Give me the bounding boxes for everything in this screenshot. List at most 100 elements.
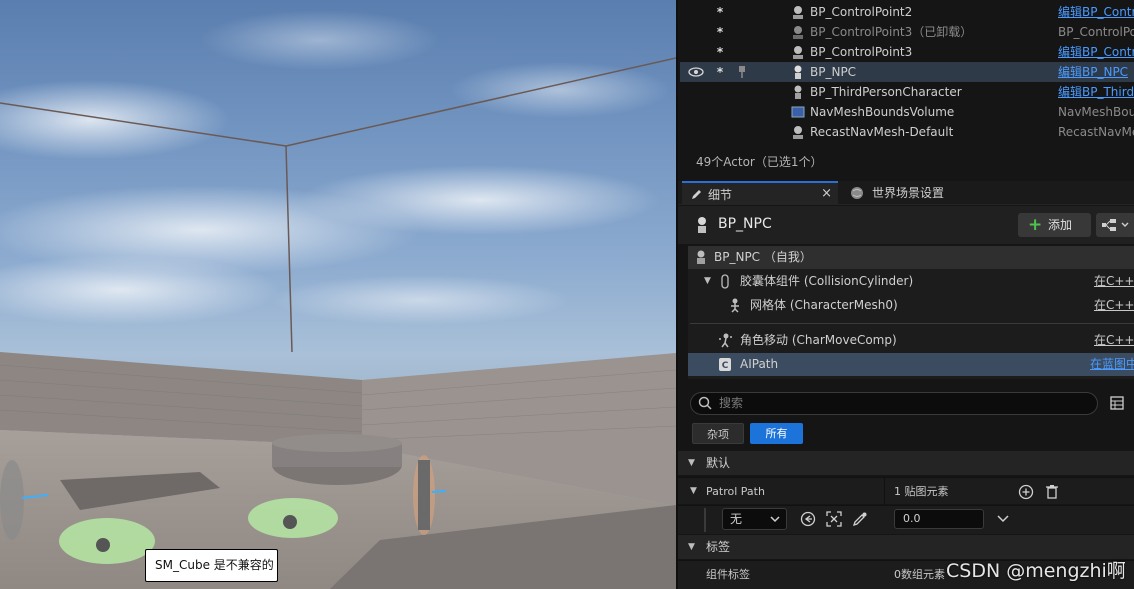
cpp-link[interactable]: 在C++中 xyxy=(1094,294,1134,317)
blueprint-options-button[interactable] xyxy=(1096,213,1134,237)
component-tags-label: 组件标签 xyxy=(706,568,750,581)
outliner-row[interactable]: * BP_ControlPoint2 编辑BP_Contr xyxy=(680,2,1134,22)
capsule-icon xyxy=(721,274,729,289)
component-label: 网格体 (CharacterMesh0) xyxy=(750,298,898,312)
actor-type: BP_ControlPoi xyxy=(1058,25,1134,39)
actor-name: RecastNavMesh-Default xyxy=(810,125,954,139)
collapse-arrow-icon: ▼ xyxy=(688,542,695,552)
collapse-arrow-icon: ▼ xyxy=(688,458,695,468)
outliner-row[interactable]: BP_ThirdPersonCharacter 编辑BP_Third xyxy=(680,82,1134,102)
component-label: BP_NPC （自我） xyxy=(714,250,812,264)
details-tab-bar: 细节 × 世界场景设置 xyxy=(678,181,1134,205)
blueprint-actor-icon xyxy=(793,6,803,19)
patrol-path-row: ▼ Patrol Path 1 贴图元素 xyxy=(678,477,1134,504)
character-movement-icon xyxy=(719,333,732,348)
plus-icon: + xyxy=(1028,215,1043,235)
blueprint-graph-icon xyxy=(1102,219,1129,231)
actor-type: RecastNavMe xyxy=(1058,125,1134,139)
outliner-row[interactable]: * BP_ControlPoint3 编辑BP_Contr xyxy=(680,42,1134,62)
chevron-down-icon[interactable] xyxy=(997,515,1009,523)
component-row[interactable]: ▼ 胶囊体组件 (CollisionCylinder) 在C++中 xyxy=(688,270,1134,293)
component-self-row[interactable]: BP_NPC （自我） xyxy=(688,246,1134,269)
search-icon xyxy=(698,396,712,410)
component-divider xyxy=(690,323,1134,324)
edit-blueprint-link[interactable]: 编辑BP_NPC xyxy=(1058,62,1134,82)
outliner-row[interactable]: * BP_ControlPoint3（已卸载） BP_ControlPoi xyxy=(680,22,1134,42)
eyedropper-icon[interactable] xyxy=(852,511,868,527)
skeletal-mesh-icon xyxy=(731,298,739,313)
outliner-row[interactable]: NavMeshBoundsVolume NavMeshBour xyxy=(680,102,1134,122)
modified-star: * xyxy=(716,45,724,59)
browse-icon[interactable] xyxy=(826,511,842,527)
cpp-link[interactable]: 在C++中 xyxy=(1094,329,1134,352)
collapse-arrow-icon[interactable]: ▼ xyxy=(704,270,711,293)
eye-icon[interactable] xyxy=(688,62,704,82)
trash-icon[interactable] xyxy=(1045,484,1059,500)
edit-blueprint-link[interactable]: 编辑BP_Contr xyxy=(1058,2,1134,22)
add-component-button[interactable]: + 添加 xyxy=(1018,213,1091,237)
component-row[interactable]: 网格体 (CharacterMesh0) 在C++中 xyxy=(688,294,1134,317)
tab-details-label: 细节 xyxy=(708,188,733,202)
pencil-icon xyxy=(692,190,701,199)
character-icon xyxy=(697,250,705,264)
actor-icon xyxy=(793,126,803,139)
modified-star: * xyxy=(716,5,724,19)
character-icon xyxy=(794,85,802,99)
component-row[interactable]: 角色移动 (CharMoveComp) 在C++中 xyxy=(688,329,1134,352)
blueprint-actor-icon xyxy=(793,26,803,39)
add-button-label: 添加 xyxy=(1048,218,1073,232)
indent-guide xyxy=(704,508,706,532)
details-header: BP_NPC + 添加 xyxy=(678,206,1134,244)
use-selected-icon[interactable] xyxy=(800,511,816,527)
incompatible-tooltip: SM_Cube 是不兼容的 xyxy=(145,549,278,582)
character-icon xyxy=(698,217,706,233)
close-icon[interactable]: × xyxy=(821,182,832,206)
outliner-row[interactable]: RecastNavMesh-Default RecastNavMe xyxy=(680,122,1134,142)
cpp-link[interactable]: 在C++中 xyxy=(1094,270,1134,293)
element-key-value: 无 xyxy=(730,512,743,526)
section-default[interactable]: ▼ 默认 xyxy=(678,451,1134,475)
search-placeholder: 搜索 xyxy=(719,396,744,410)
actor-name: BP_NPC xyxy=(810,65,857,79)
patrol-path-count: 1 贴图元素 xyxy=(894,485,949,498)
filter-misc-button[interactable]: 杂项 xyxy=(692,423,744,444)
editor-side-panel: * BP_ControlPoint2 编辑BP_Contr * BP_Contr… xyxy=(676,0,1134,589)
svg-text:C: C xyxy=(722,361,729,371)
section-tags-label: 标签 xyxy=(706,540,731,554)
component-label: 胶囊体组件 (CollisionCylinder) xyxy=(740,274,914,288)
actor-type: NavMeshBour xyxy=(1058,105,1134,119)
level-viewport[interactable]: SM_Cube 是不兼容的 xyxy=(0,0,676,589)
component-tree: BP_NPC （自我） ▼ 胶囊体组件 (CollisionCylinder) … xyxy=(688,246,1134,379)
nav-mesh-volume-icon xyxy=(791,106,805,118)
component-label: 角色移动 (CharMoveComp) xyxy=(740,333,897,347)
viewport-scene xyxy=(0,10,676,589)
actor-component-icon: C xyxy=(719,358,731,371)
chevron-down-icon xyxy=(770,516,780,523)
collapse-arrow-icon[interactable]: ▼ xyxy=(690,478,697,505)
details-search-input[interactable]: 搜索 xyxy=(690,392,1098,415)
outliner-row-selected[interactable]: * BP_NPC 编辑BP_NPC xyxy=(680,62,1134,82)
blueprint-actor-icon xyxy=(793,46,803,59)
property-matrix-icon[interactable] xyxy=(1110,396,1124,410)
details-actor-title: BP_NPC xyxy=(718,216,772,232)
section-default-label: 默认 xyxy=(706,456,731,470)
actor-name: NavMeshBoundsVolume xyxy=(810,105,955,119)
tab-world-settings[interactable]: 世界场景设置 xyxy=(848,181,944,205)
actor-name: BP_ThirdPersonCharacter xyxy=(810,85,962,99)
blueprint-link[interactable]: 在蓝图中 xyxy=(1090,353,1134,376)
edit-blueprint-link[interactable]: 编辑BP_Contr xyxy=(1058,42,1134,62)
add-element-icon[interactable] xyxy=(1018,484,1034,500)
tab-details[interactable]: 细节 × xyxy=(682,181,838,205)
component-tags-count: 0数组元素 xyxy=(894,568,945,581)
actor-name: BP_ControlPoint2 xyxy=(810,5,913,19)
element-key-select[interactable]: 无 xyxy=(722,508,787,530)
component-row-selected[interactable]: C AIPath 在蓝图中 xyxy=(688,353,1134,376)
filter-all-button[interactable]: 所有 xyxy=(750,423,803,444)
actor-count-label: 49个Actor（已选1个） xyxy=(696,155,823,169)
globe-icon xyxy=(851,187,863,199)
element-value-input[interactable]: 0.0 xyxy=(894,509,984,529)
edit-blueprint-link[interactable]: 编辑BP_Third xyxy=(1058,82,1134,102)
character-icon xyxy=(794,65,802,79)
patrol-path-label: Patrol Path xyxy=(706,485,765,498)
pin-icon[interactable] xyxy=(736,62,748,82)
